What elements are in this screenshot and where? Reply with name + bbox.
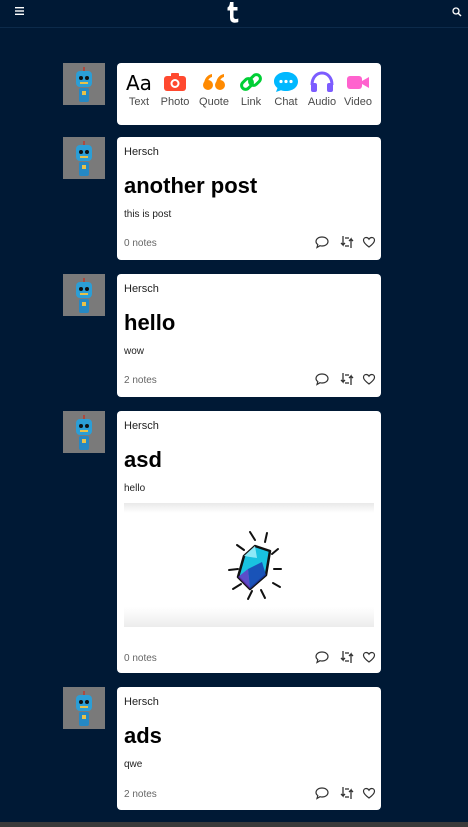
tumblr-logo-icon[interactable] — [226, 1, 240, 23]
search-icon[interactable] — [452, 7, 462, 17]
text-icon: Aa — [126, 71, 152, 93]
quote-label: Quote — [199, 96, 229, 108]
link-label: Link — [240, 96, 262, 108]
robot-avatar-icon — [63, 137, 105, 179]
reblog-icon[interactable] — [340, 786, 354, 800]
audio-label: Audio — [307, 96, 337, 108]
robot-avatar-icon — [63, 687, 105, 729]
post-body: hello — [124, 483, 146, 494]
post-avatar[interactable] — [63, 137, 105, 179]
reply-icon[interactable] — [315, 650, 329, 664]
svg-text:Aa: Aa — [126, 71, 152, 93]
post-notes-count[interactable]: 0 notes — [124, 653, 157, 664]
post-type-composer: Aa Text Photo Quote Link Chat Audio Vide… — [117, 63, 381, 125]
new-quote-post-button[interactable]: Quote — [195, 71, 233, 108]
link-icon — [240, 73, 262, 91]
post-title: ads — [124, 723, 162, 748]
reply-icon[interactable] — [315, 372, 329, 386]
new-chat-post-button[interactable]: Chat — [267, 71, 305, 108]
post-blog-name[interactable]: Hersch — [124, 420, 159, 432]
post-card: Hersch asd hello 0 notes — [117, 411, 381, 673]
robot-avatar-icon — [63, 274, 105, 316]
post-body: this is post — [124, 209, 172, 220]
new-photo-post-button[interactable]: Photo — [156, 71, 194, 108]
reblog-icon[interactable] — [340, 372, 354, 386]
post-blog-name[interactable]: Hersch — [124, 146, 159, 158]
post-avatar[interactable] — [63, 274, 105, 316]
robot-avatar-icon — [63, 63, 105, 105]
like-heart-icon[interactable] — [362, 235, 376, 249]
new-video-post-button[interactable]: Video — [339, 71, 377, 108]
quote-icon — [203, 74, 225, 90]
top-bar — [0, 0, 468, 28]
chat-icon — [274, 72, 298, 92]
video-label: Video — [344, 96, 372, 108]
camera-icon — [164, 73, 186, 91]
text-label: Text — [128, 96, 150, 108]
headphones-icon — [310, 71, 334, 92]
like-heart-icon[interactable] — [362, 786, 376, 800]
reblog-icon[interactable] — [340, 650, 354, 664]
post-title: asd — [124, 447, 162, 472]
new-text-post-button[interactable]: Aa Text — [120, 71, 158, 108]
post-title: hello — [124, 310, 176, 335]
like-heart-icon[interactable] — [362, 650, 376, 664]
post-notes-count[interactable]: 2 notes — [124, 789, 157, 800]
post-body: wow — [124, 346, 145, 357]
post-avatar[interactable] — [63, 411, 105, 453]
post-card: Hersch ads qwe 2 notes — [117, 687, 381, 810]
reply-icon[interactable] — [315, 786, 329, 800]
hamburger-menu-icon[interactable] — [15, 6, 26, 16]
reply-icon[interactable] — [315, 235, 329, 249]
bottom-edge-bar — [0, 822, 468, 827]
video-camera-icon — [347, 76, 369, 89]
post-blog-name[interactable]: Hersch — [124, 283, 159, 295]
like-heart-icon[interactable] — [362, 372, 376, 386]
post-card: Hersch hello wow 2 notes — [117, 274, 381, 397]
chat-label: Chat — [274, 96, 298, 108]
post-avatar[interactable] — [63, 687, 105, 729]
reblog-icon[interactable] — [340, 235, 354, 249]
post-notes-count[interactable]: 0 notes — [124, 238, 157, 249]
new-audio-post-button[interactable]: Audio — [303, 71, 341, 108]
post-image[interactable] — [124, 503, 374, 627]
robot-avatar-icon — [63, 411, 105, 453]
post-body: qwe — [124, 759, 143, 770]
user-avatar[interactable] — [63, 63, 105, 105]
gem-illustration-icon — [228, 531, 282, 600]
post-blog-name[interactable]: Hersch — [124, 696, 159, 708]
new-link-post-button[interactable]: Link — [232, 71, 270, 108]
post-title: another post — [124, 173, 258, 198]
photo-label: Photo — [160, 96, 190, 108]
post-card: Hersch another post this is post 0 notes — [117, 137, 381, 260]
post-notes-count[interactable]: 2 notes — [124, 375, 157, 386]
